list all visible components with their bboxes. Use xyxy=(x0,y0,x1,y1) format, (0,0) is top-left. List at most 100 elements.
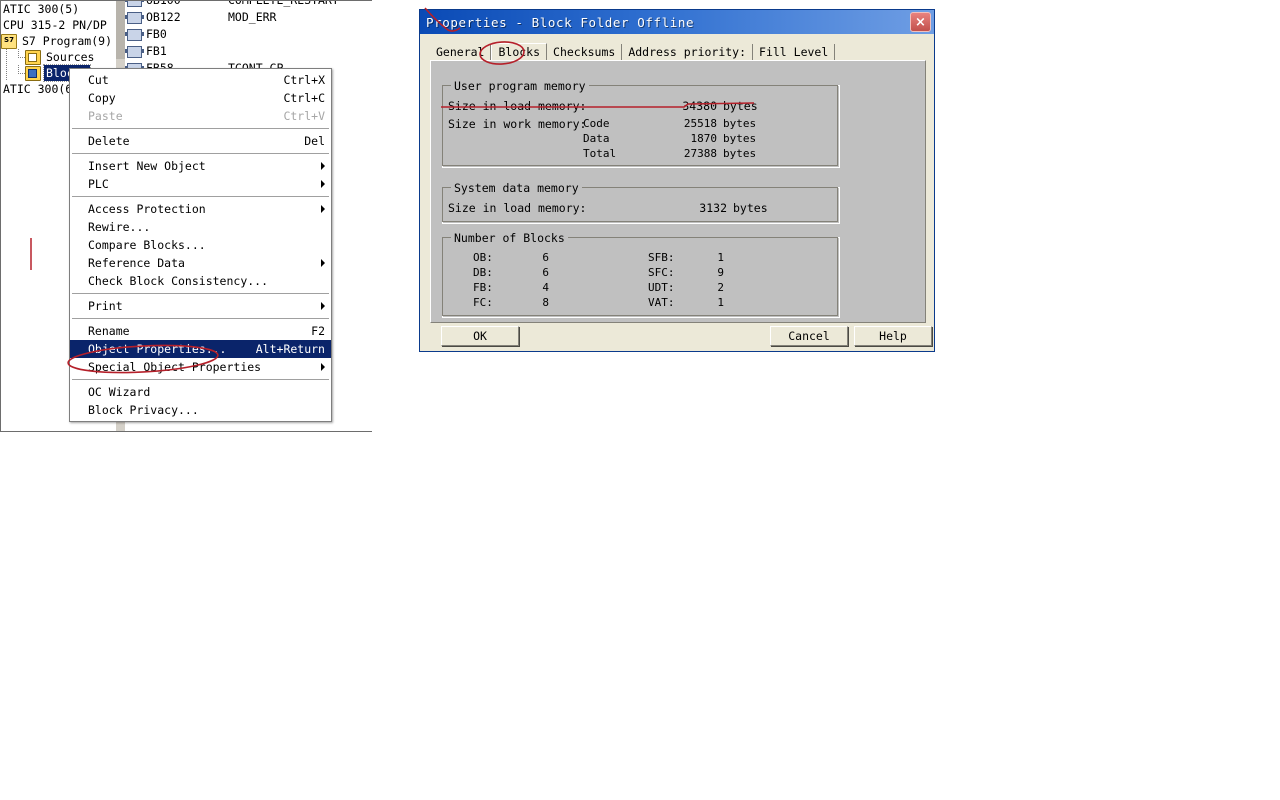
menu-item-compare-blocks[interactable]: Compare Blocks... xyxy=(70,236,331,254)
block-icon xyxy=(125,28,144,41)
menu-item-label: Special Object Properties xyxy=(88,360,262,374)
upm-load-memory-number: 34380 xyxy=(682,99,717,113)
block-symbolic-name: COMPLETE_RESTART xyxy=(228,1,339,9)
submenu-arrow-icon xyxy=(321,205,325,213)
block-count-value: 1 xyxy=(717,251,724,264)
block-count-row: FC: 8 xyxy=(473,296,549,309)
block-name: OB100 xyxy=(146,1,228,9)
menu-separator xyxy=(72,379,329,380)
work-memory-row-unit: bytes xyxy=(723,117,757,130)
menu-item-label: Block Privacy... xyxy=(88,403,199,417)
menu-item-cut[interactable]: Cut Ctrl+X xyxy=(70,71,331,89)
sdm-load-memory-unit: bytes xyxy=(733,201,768,215)
menu-item-delete[interactable]: Delete Del xyxy=(70,132,331,150)
block-count-value: 6 xyxy=(542,251,549,264)
menu-item-plc[interactable]: PLC xyxy=(70,175,331,193)
menu-item-rename[interactable]: Rename F2 xyxy=(70,322,331,340)
submenu-arrow-icon xyxy=(321,363,325,371)
menu-item-shortcut: F2 xyxy=(311,324,325,338)
menu-item-label: Delete xyxy=(88,134,130,148)
menu-item-label: Rewire... xyxy=(88,220,151,234)
menu-item-shortcut: Ctrl+V xyxy=(283,109,325,123)
block-count-label: SFC: xyxy=(648,266,675,279)
sdm-load-memory-label: Size in load memory: xyxy=(448,201,587,215)
block-name: OB122 xyxy=(146,10,181,24)
block-context-menu[interactable]: Cut Ctrl+X Copy Ctrl+C Paste Ctrl+V Delete Del I… xyxy=(69,68,332,422)
block-count-label: OB: xyxy=(473,251,493,264)
number-of-blocks-group: Number of Blocks OB: 6 DB: 6 FB: 4 FC: 8 SFB: 1 S… xyxy=(442,231,840,318)
block-list-row[interactable]: FB0 xyxy=(125,26,228,43)
s7-program-icon: S7 xyxy=(1,33,17,49)
blocks-folder-icon xyxy=(25,65,41,81)
submenu-arrow-icon xyxy=(321,180,325,188)
menu-item-label: Cut xyxy=(88,73,109,87)
block-count-row: VAT: 1 xyxy=(648,296,724,309)
block-name: FB1 xyxy=(146,44,167,58)
menu-item-shortcut: Ctrl+C xyxy=(283,91,325,105)
menu-item-insert-new-object[interactable]: Insert New Object xyxy=(70,157,331,175)
block-list-row[interactable]: OB122 MOD_ERR xyxy=(125,9,276,26)
dialog-titlebar[interactable]: Properties - Block Folder Offline × xyxy=(420,10,934,34)
menu-item-label: Access Protection xyxy=(88,202,206,216)
help-button[interactable]: Help xyxy=(854,326,932,346)
block-count-value: 1 xyxy=(717,296,724,309)
upm-load-memory-value: 34380 bytes xyxy=(661,99,758,113)
tree-item-cpu-315-2-pn-dp[interactable]: CPU 315-2 PN/DP xyxy=(1,17,115,33)
menu-item-label: Copy xyxy=(88,91,116,105)
menu-item-block-privacy[interactable]: Block Privacy... xyxy=(70,401,331,419)
menu-item-access-protection[interactable]: Access Protection xyxy=(70,200,331,218)
work-memory-row-unit: bytes xyxy=(723,147,757,160)
menu-item-shortcut: Alt+Return xyxy=(255,342,325,356)
tab-checksums[interactable]: Checksums xyxy=(547,44,623,60)
work-memory-row: Code 25518 bytes xyxy=(583,117,756,130)
cancel-button[interactable]: Cancel xyxy=(770,326,848,346)
menu-item-reference-data[interactable]: Reference Data xyxy=(70,254,331,272)
tree-item-label: S7 Program(9) xyxy=(22,34,113,48)
menu-item-label: Reference Data xyxy=(88,256,185,270)
block-count-label: SFB: xyxy=(648,251,675,264)
menu-item-print[interactable]: Print xyxy=(70,297,331,315)
block-count-row: SFC: 9 xyxy=(648,266,724,279)
tree-item-sources[interactable]: Sources xyxy=(1,49,115,65)
block-list-row[interactable]: FB1 xyxy=(125,43,228,60)
menu-item-shortcut: Del xyxy=(304,134,325,148)
block-count-row: SFB: 1 xyxy=(648,251,724,264)
close-icon[interactable]: × xyxy=(910,12,931,32)
menu-separator xyxy=(72,153,329,154)
user-program-memory-group: User program memory Size in load memory:… xyxy=(442,79,840,168)
system-data-memory-group: System data memory Size in load memory: … xyxy=(442,181,840,224)
block-name: FB0 xyxy=(146,27,167,41)
block-list-row[interactable]: OB100COMPLETE_RESTART xyxy=(125,1,339,9)
scrollbar-thumb[interactable] xyxy=(116,1,125,59)
tree-item-label: CPU 315-2 PN/DP xyxy=(3,18,107,32)
ok-button[interactable]: OK xyxy=(441,326,519,346)
menu-separator xyxy=(72,293,329,294)
menu-item-rewire[interactable]: Rewire... xyxy=(70,218,331,236)
tree-item-s7-program-9[interactable]: S7 S7 Program(9) xyxy=(1,33,115,49)
submenu-arrow-icon xyxy=(321,259,325,267)
menu-item-special-object-properties[interactable]: Special Object Properties xyxy=(70,358,331,376)
tab-fill-level[interactable]: Fill Level xyxy=(753,44,836,60)
tab-blocks[interactable]: Blocks xyxy=(491,43,548,60)
upm-load-memory-unit: bytes xyxy=(723,99,758,113)
system-data-memory-legend: System data memory xyxy=(451,181,582,195)
block-count-value: 6 xyxy=(542,266,549,279)
upm-work-memory-label: Size in work memory: xyxy=(448,117,587,131)
submenu-arrow-icon xyxy=(321,162,325,170)
dialog-tabstrip[interactable]: General Blocks Checksums Address priority: F… xyxy=(430,43,926,60)
menu-item-object-properties[interactable]: Object Properties... Alt+Return xyxy=(70,340,331,358)
tab-general[interactable]: General xyxy=(430,44,492,60)
sdm-load-memory-value: 3132 bytes xyxy=(671,201,768,215)
tab-address-priority[interactable]: Address priority: xyxy=(622,44,754,60)
block-count-row: DB: 6 xyxy=(473,266,549,279)
work-memory-row-value: 27388 xyxy=(683,147,717,160)
menu-item-copy[interactable]: Copy Ctrl+C xyxy=(70,89,331,107)
tree-item-atic-300-5[interactable]: ATIC 300(5) xyxy=(1,1,115,17)
menu-item-oc-wizard[interactable]: OC Wizard xyxy=(70,383,331,401)
menu-separator xyxy=(72,196,329,197)
menu-separator xyxy=(72,318,329,319)
menu-item-check-block-consistency[interactable]: Check Block Consistency... xyxy=(70,272,331,290)
menu-item-label: Rename xyxy=(88,324,130,338)
work-memory-row-label: Total xyxy=(583,147,617,160)
menu-item-label: Insert New Object xyxy=(88,159,206,173)
